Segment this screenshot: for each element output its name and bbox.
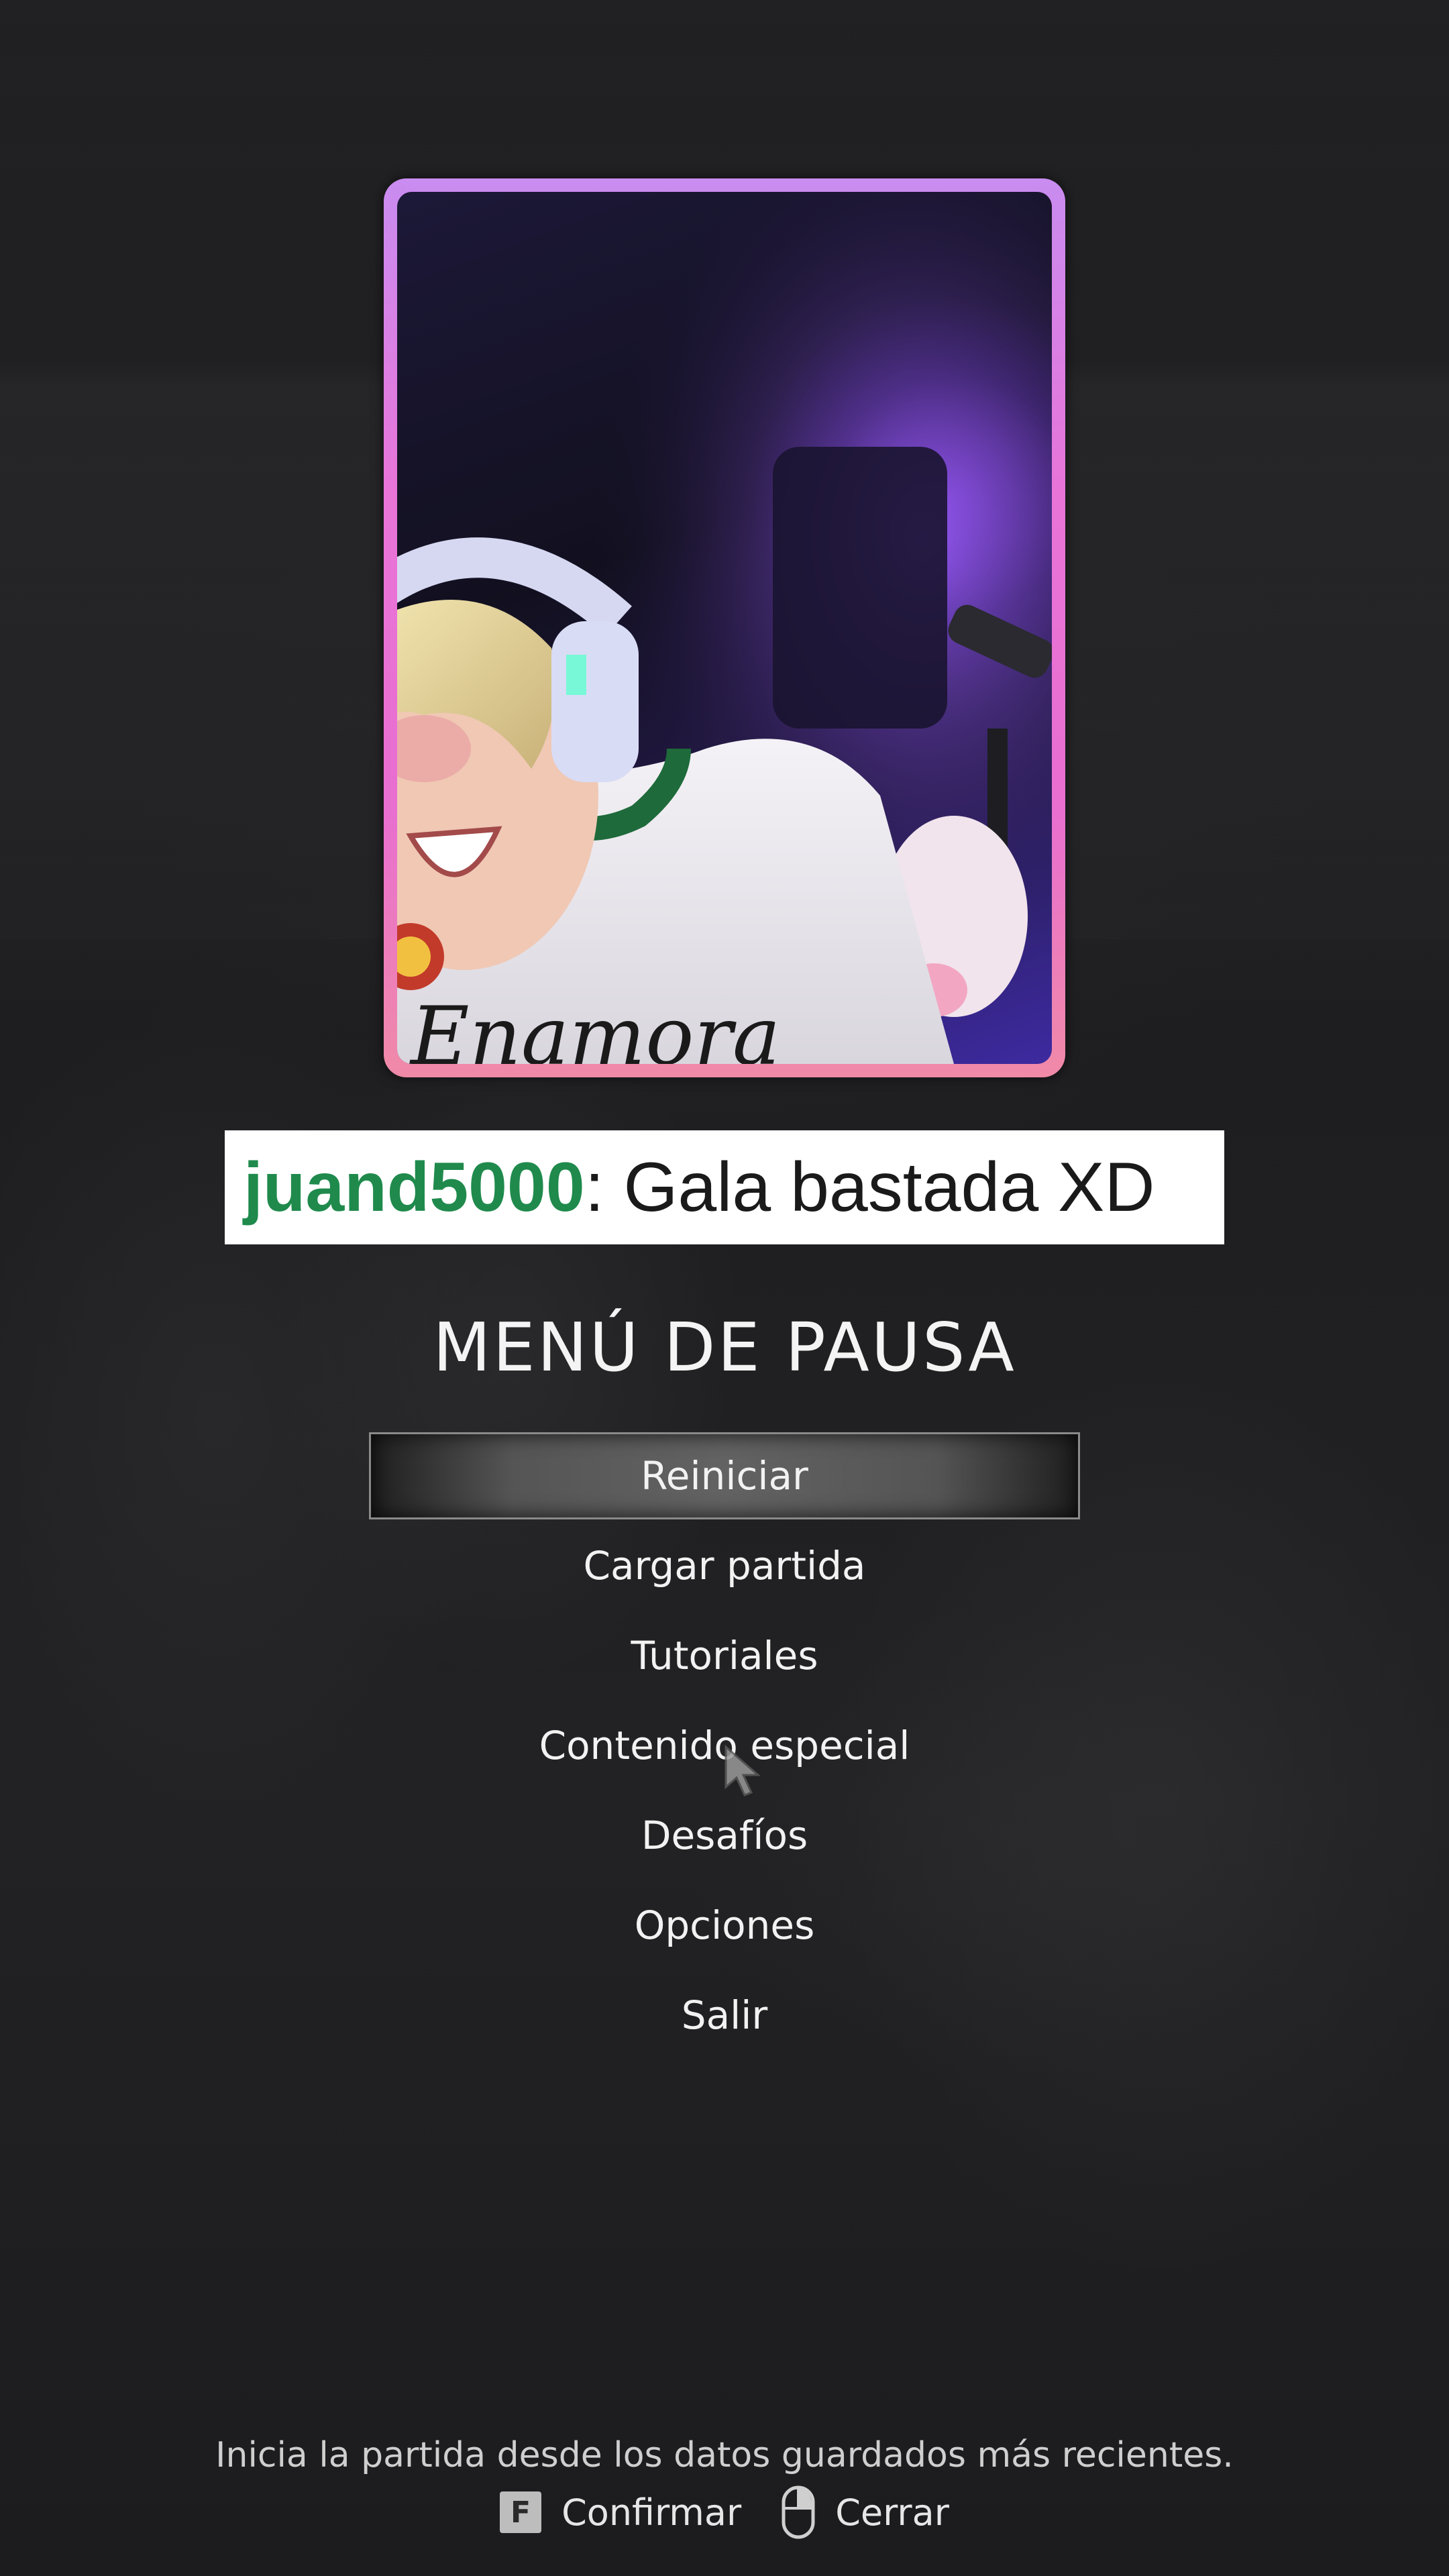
chat-separator: : xyxy=(584,1148,604,1226)
menu-item-desafios[interactable]: Desafíos xyxy=(369,1792,1080,1879)
footer-controls: F Confirmar Cerrar xyxy=(0,2485,1449,2539)
streamer-webcam-frame: Enamora xyxy=(384,178,1065,1077)
shirt-text: Enamora xyxy=(409,990,780,1064)
pause-menu-title: MENÚ DE PAUSA xyxy=(433,1308,1016,1387)
mouse-right-click-icon xyxy=(782,2485,815,2539)
menu-item-reiniciar[interactable]: Reiniciar xyxy=(369,1432,1080,1519)
webcam-feed: Enamora xyxy=(397,192,1052,1064)
close-label: Cerrar xyxy=(835,2491,949,2534)
menu-item-opciones[interactable]: Opciones xyxy=(369,1882,1080,1969)
selection-description: Inicia la partida desde los datos guarda… xyxy=(215,2435,1234,2475)
mouse-cursor-icon xyxy=(724,1744,761,1796)
menu-item-salir[interactable]: Salir xyxy=(369,1972,1080,2059)
confirm-label: Confirmar xyxy=(561,2491,742,2534)
menu-item-cargar-partida[interactable]: Cargar partida xyxy=(369,1522,1080,1609)
webcam-image: Enamora xyxy=(397,192,1052,1064)
close-control[interactable]: Cerrar xyxy=(782,2485,949,2539)
chat-message: juand5000: Gala bastada XD xyxy=(225,1130,1224,1244)
chat-username: juand5000 xyxy=(244,1148,585,1226)
f-key-icon: F xyxy=(500,2491,542,2533)
chat-text: Gala bastada XD xyxy=(604,1148,1155,1226)
menu-item-tutoriales[interactable]: Tutoriales xyxy=(369,1612,1080,1699)
confirm-control[interactable]: F Confirmar xyxy=(500,2491,741,2534)
